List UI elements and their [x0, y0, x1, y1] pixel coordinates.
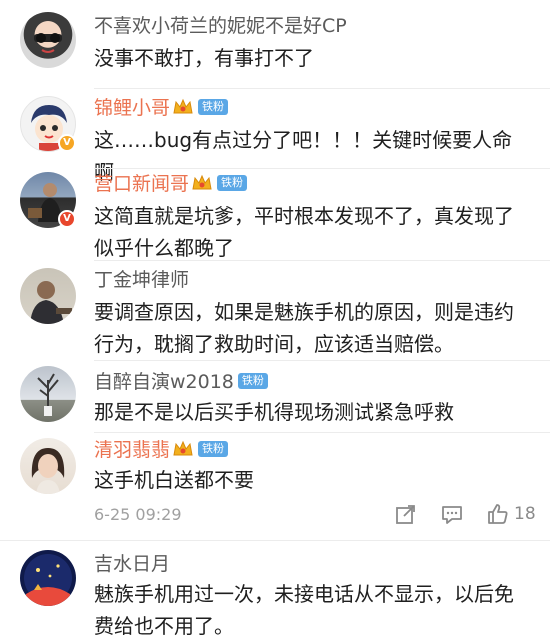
vip-crown-icon — [192, 174, 212, 189]
divider — [94, 88, 550, 89]
verified-badge-icon: V — [58, 210, 76, 228]
fan-badge: 铁粉 — [198, 440, 229, 457]
avatar-image — [31, 448, 65, 494]
comment-author[interactable]: 锦鲤小哥 铁粉 — [94, 96, 229, 120]
like-count: 18 — [514, 504, 536, 524]
fan-badge: 铁粉 — [237, 372, 268, 389]
comment-text: 那是不是以后买手机得现场测试紧急呼救 — [94, 400, 454, 424]
fan-badge: 铁粉 — [198, 98, 229, 115]
vip-crown-icon — [173, 98, 193, 113]
vip-crown-icon — [173, 440, 193, 455]
comment-author[interactable]: 丁金坤律师 — [94, 268, 189, 292]
divider — [94, 168, 550, 169]
avatar[interactable] — [20, 12, 76, 68]
divider — [94, 360, 550, 361]
avatar-image — [37, 373, 59, 416]
comment-text: 这手机白送都不要 — [94, 468, 254, 492]
avatar-image — [34, 33, 62, 53]
avatar[interactable] — [20, 438, 76, 494]
avatar-image — [26, 564, 70, 606]
comment-icon — [442, 506, 462, 524]
avatar[interactable] — [20, 550, 76, 606]
fan-badge: 铁粉 — [217, 174, 248, 191]
like-button[interactable] — [486, 502, 510, 528]
comment-author[interactable]: 吉水日月 — [94, 552, 170, 576]
comment-timestamp: 6-25 09:29 — [94, 505, 182, 524]
comment-author[interactable]: 清羽翡翡 铁粉 — [94, 438, 229, 462]
author-name: 营口新闻哥 — [94, 173, 190, 195]
thumbs-up-icon — [488, 504, 508, 524]
comment-author[interactable]: 不喜欢小荷兰的妮妮不是好CP — [94, 14, 347, 38]
verified-badge-icon: V — [58, 134, 76, 152]
author-name: 清羽翡翡 — [94, 439, 171, 461]
divider — [94, 432, 550, 433]
comment-text: 要调查原因，如果是魅族手机的原因，则是违约行为，耽搁了救助时间，应该适当赔偿。 — [94, 300, 514, 356]
comment-text: 这简直就是坑爹，平时根本发现不了，真发现了似乎什么都晚了 — [94, 204, 514, 260]
divider — [94, 260, 550, 261]
author-name: 自醉自演w2018 — [94, 371, 234, 393]
section-divider — [0, 540, 550, 541]
reply-button[interactable] — [440, 502, 464, 528]
comment-text: 魅族手机用过一次，未接电话从不显示，以后免费给也不用了。 — [94, 582, 514, 638]
share-icon — [396, 505, 415, 524]
avatar[interactable] — [20, 366, 76, 422]
comment-text: 没事不敢打，有事打不了 — [94, 46, 314, 70]
avatar-image — [30, 281, 72, 324]
author-name: 锦鲤小哥 — [94, 97, 171, 119]
comment-author[interactable]: 自醉自演w2018 铁粉 — [94, 370, 268, 394]
share-button[interactable] — [394, 502, 418, 528]
comment-author[interactable]: 营口新闻哥 铁粉 — [94, 172, 248, 196]
avatar[interactable] — [20, 268, 76, 324]
